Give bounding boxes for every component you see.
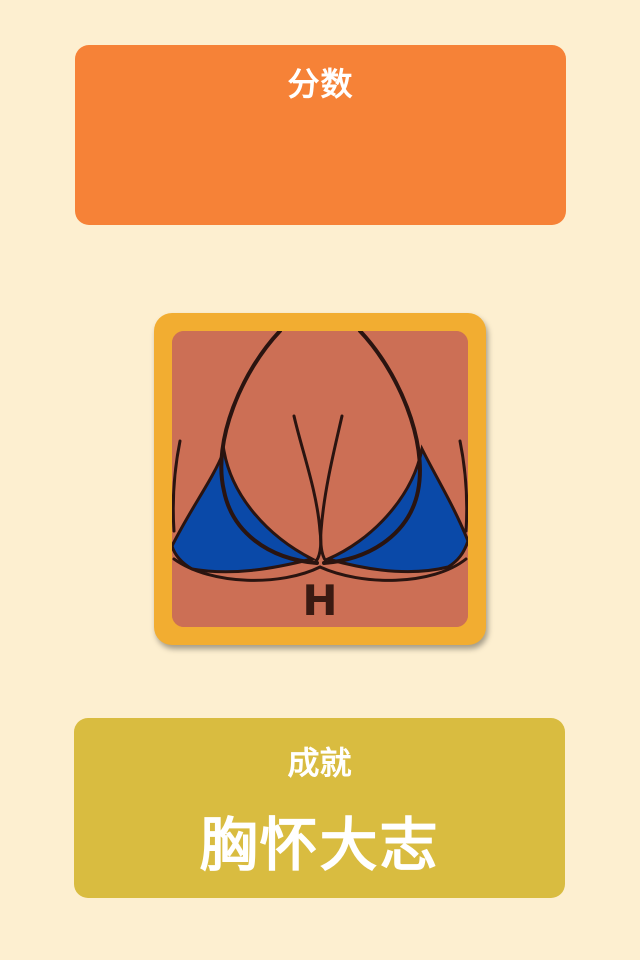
cup-size-letter: H [302, 576, 338, 625]
achievement-badge-illustration: H [172, 331, 468, 627]
score-title: 分数 [287, 65, 354, 103]
achievement-name: 胸怀大志 [199, 811, 440, 879]
score-panel: 分数 [75, 45, 566, 225]
achievement-panel: 成就 胸怀大志 [74, 718, 565, 898]
achievement-badge-frame: H [154, 313, 486, 645]
achievement-title: 成就 [287, 744, 352, 782]
